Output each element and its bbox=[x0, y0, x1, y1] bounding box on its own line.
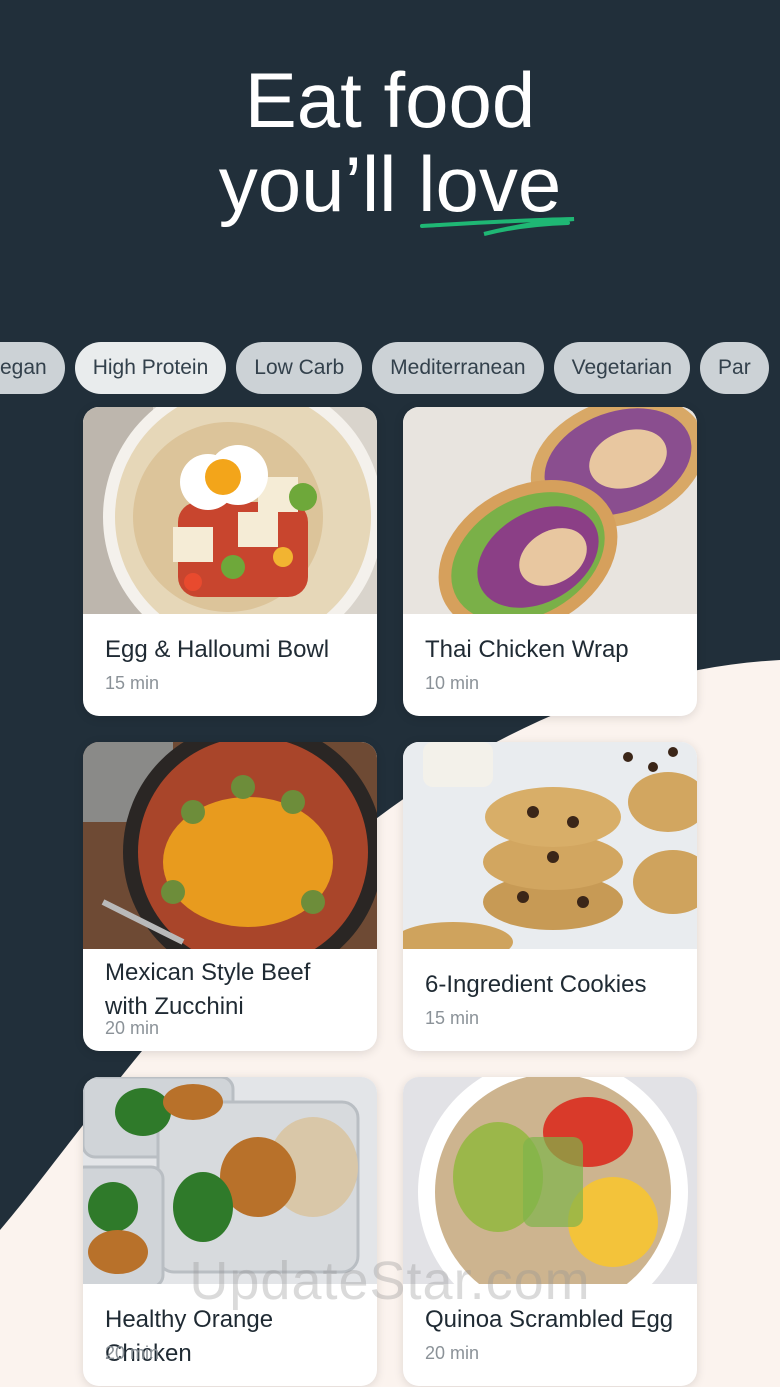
chip-label: High Protein bbox=[92, 356, 209, 379]
chip-label: egan bbox=[0, 356, 47, 379]
recipe-card[interactable]: Quinoa Scrambled Egg 20 min bbox=[403, 1077, 697, 1386]
recipe-title-line-1: Mexican Style Beef bbox=[105, 959, 311, 986]
chip-label: Low Carb bbox=[254, 356, 345, 379]
chip-vegan[interactable]: egan bbox=[0, 342, 65, 394]
hero-line-1: Eat food bbox=[244, 56, 536, 144]
filter-chip-row[interactable]: egan High Protein Low Carb Mediterranean… bbox=[0, 342, 769, 394]
chip-partial[interactable]: Par bbox=[700, 342, 769, 394]
hero-line-2-prefix: you’ll bbox=[218, 140, 397, 228]
recipe-title: 6-Ingredient Cookies bbox=[425, 971, 647, 998]
recipe-photo bbox=[403, 742, 697, 949]
recipe-time: 15 min bbox=[425, 1008, 480, 1028]
recipe-photo bbox=[83, 742, 377, 949]
chip-label: Par bbox=[718, 356, 751, 379]
green-underline-icon bbox=[420, 217, 575, 236]
recipe-title: Thai Chicken Wrap bbox=[425, 636, 629, 663]
recipe-title: Mexican Style Beef with Zucchini bbox=[105, 956, 363, 1024]
recipe-card[interactable]: Mexican Style Beef with Zucchini 20 min bbox=[83, 742, 377, 1051]
recipe-photo bbox=[403, 407, 697, 614]
recipe-card[interactable]: Thai Chicken Wrap 10 min bbox=[403, 407, 697, 716]
hero-highlight-word: love bbox=[418, 142, 575, 236]
recipe-time: 20 min bbox=[105, 1018, 160, 1038]
chip-label: Vegetarian bbox=[571, 356, 673, 379]
chip-high-protein[interactable]: High Protein bbox=[74, 342, 227, 394]
chip-label: Mediterranean bbox=[390, 356, 526, 379]
chip-low-carb[interactable]: Low Carb bbox=[236, 342, 363, 394]
recipe-title: Egg & Halloumi Bowl bbox=[105, 636, 330, 663]
chip-mediterranean[interactable]: Mediterranean bbox=[372, 342, 544, 394]
recipe-time: 15 min bbox=[105, 673, 160, 693]
hero-line-2: you’ll love bbox=[0, 140, 780, 236]
watermark: UpdateStar.com bbox=[189, 1251, 591, 1311]
hero-heading: Eat food you’ll love bbox=[0, 56, 780, 236]
recipe-card[interactable]: 6-Ingredient Cookies 15 min bbox=[403, 742, 697, 1051]
recipe-time: 10 min bbox=[425, 673, 480, 693]
recipe-card[interactable]: Healthy Orange Chicken 20 min bbox=[83, 1077, 377, 1386]
recipe-time: 20 min bbox=[105, 1343, 160, 1363]
chip-vegetarian[interactable]: Vegetarian bbox=[553, 342, 691, 394]
recipe-photo bbox=[83, 407, 377, 614]
recipe-card[interactable]: Egg & Halloumi Bowl 15 min bbox=[83, 407, 377, 716]
recipe-time: 20 min bbox=[425, 1343, 480, 1363]
